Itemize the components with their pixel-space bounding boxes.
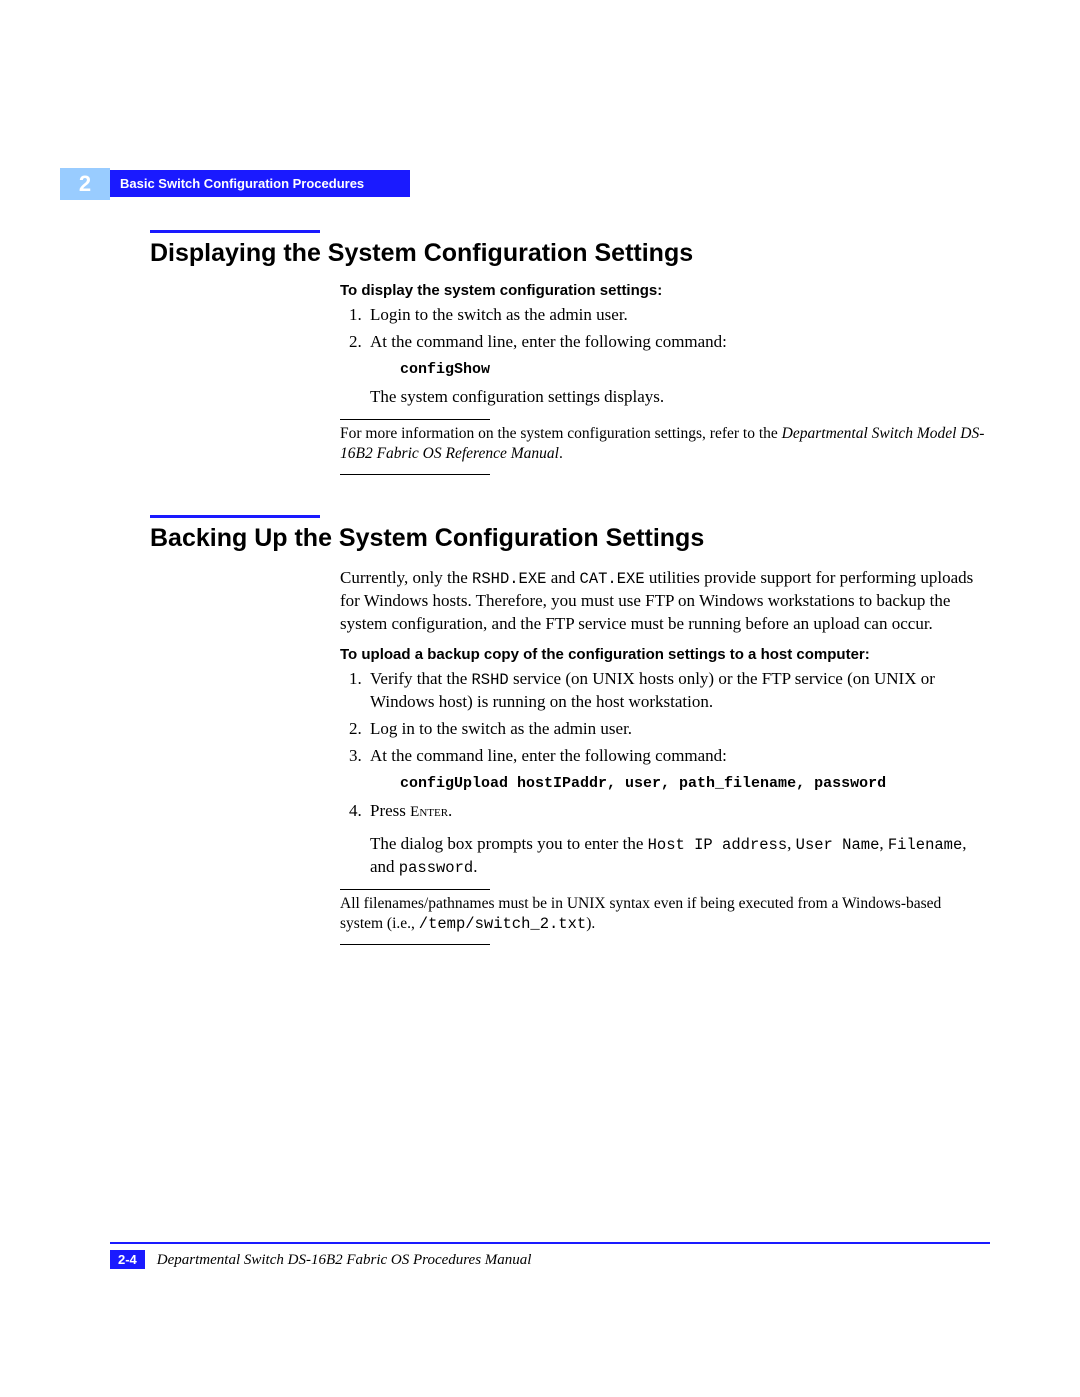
intro-paragraph: Currently, only the RSHD.EXE and CAT.EXE… — [340, 567, 985, 636]
page: 2 Basic Switch Configuration Procedures … — [0, 0, 1080, 1397]
intro-mid: and — [546, 568, 579, 587]
steps-list: Verify that the RSHD service (on UNIX ho… — [340, 668, 985, 879]
footer-book-title: Departmental Switch DS-16B2 Fabric OS Pr… — [157, 1252, 532, 1268]
chapter-number-tab: 2 — [60, 168, 110, 200]
code-inline: password — [399, 859, 473, 877]
dialog-sep: , — [879, 834, 888, 853]
dialog-post: . — [473, 857, 477, 876]
intro-pre: Currently, only the — [340, 568, 472, 587]
code-inline: CAT.EXE — [580, 570, 645, 588]
section-rule — [150, 515, 320, 518]
note-text: For more information on the system confi… — [340, 424, 985, 464]
section-displaying: Displaying the System Configuration Sett… — [150, 230, 985, 475]
code-inline: RSHD — [472, 671, 509, 689]
content-area: Displaying the System Configuration Sett… — [150, 230, 985, 985]
instruction-heading: To upload a backup copy of the configura… — [340, 646, 985, 663]
step-item: Login to the switch as the admin user. — [366, 304, 985, 327]
step-post: . — [448, 801, 452, 820]
dialog-text: The dialog box prompts you to enter the … — [370, 833, 985, 879]
note-prefix: For more information on the system confi… — [340, 425, 782, 442]
step-item: At the command line, enter the following… — [366, 745, 985, 794]
result-text: The system configuration settings displa… — [370, 386, 985, 409]
note-rule-bottom — [340, 944, 490, 945]
section-rule — [150, 230, 320, 233]
code-inline: User Name — [796, 836, 880, 854]
step-item: Log in to the switch as the admin user. — [366, 718, 985, 741]
step-text: At the command line, enter the following… — [370, 746, 727, 765]
step-item: At the command line, enter the following… — [366, 331, 985, 409]
code-inline: Filename — [888, 836, 962, 854]
code-inline: Host IP address — [648, 836, 788, 854]
page-number: 2-4 — [110, 1250, 145, 1269]
steps-list: Login to the switch as the admin user. A… — [340, 304, 985, 409]
note-rule-top — [340, 889, 490, 890]
page-footer: 2-4 Departmental Switch DS-16B2 Fabric O… — [110, 1242, 990, 1269]
chapter-header: Basic Switch Configuration Procedures — [110, 170, 410, 197]
section-backing-up: Backing Up the System Configuration Sett… — [150, 515, 985, 945]
step-item: Verify that the RSHD service (on UNIX ho… — [366, 668, 985, 714]
note-post: ). — [586, 915, 595, 932]
step-item: Press Enter. The dialog box prompts you … — [366, 800, 985, 879]
note-rule-bottom — [340, 474, 490, 475]
step-pre: Press — [370, 801, 410, 820]
step-pre: Verify that the — [370, 669, 472, 688]
dialog-sep: , — [787, 834, 796, 853]
key-name: Enter — [410, 804, 448, 820]
note-suffix: . — [559, 445, 563, 462]
note-text: All filenames/pathnames must be in UNIX … — [340, 894, 985, 934]
command-code: configShow — [400, 360, 985, 380]
code-inline: /temp/switch_2.txt — [419, 915, 586, 933]
section2-body: Currently, only the RSHD.EXE and CAT.EXE… — [340, 567, 985, 945]
note-rule-top — [340, 419, 490, 420]
step-text: At the command line, enter the following… — [370, 332, 727, 351]
command-code: configUpload hostIPaddr, user, path_file… — [400, 774, 985, 794]
section-title: Backing Up the System Configuration Sett… — [150, 524, 985, 553]
dialog-pre: The dialog box prompts you to enter the — [370, 834, 648, 853]
instruction-heading: To display the system configuration sett… — [340, 282, 985, 299]
code-inline: RSHD.EXE — [472, 570, 546, 588]
section-title: Displaying the System Configuration Sett… — [150, 239, 985, 268]
section1-body: To display the system configuration sett… — [340, 282, 985, 475]
